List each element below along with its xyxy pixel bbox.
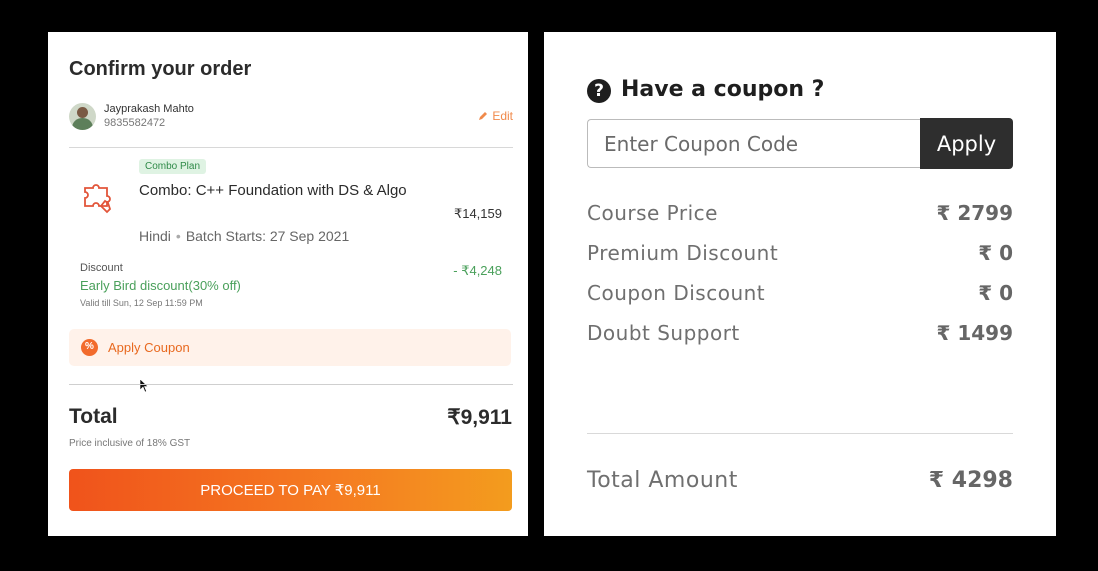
row-value: ₹ 0 bbox=[978, 241, 1013, 265]
total-amount: ₹9,911 bbox=[447, 406, 512, 429]
divider bbox=[69, 147, 513, 148]
price-row: Course Price ₹ 2799 bbox=[587, 201, 1013, 231]
discount-label: Discount bbox=[80, 262, 123, 274]
row-value: ₹ 0 bbox=[978, 281, 1013, 305]
page-title: Confirm your order bbox=[69, 58, 252, 80]
product-batch: Batch Starts: 27 Sep 2021 bbox=[185, 228, 350, 244]
product-language: Hindi bbox=[139, 228, 171, 244]
user-info: Jayprakash Mahto 9835582472 Edit bbox=[69, 102, 513, 132]
confirm-order-panel: Confirm your order Jayprakash Mahto 9835… bbox=[48, 32, 528, 536]
edit-label: Edit bbox=[492, 109, 513, 123]
user-name: Jayprakash Mahto bbox=[104, 103, 194, 115]
total-label: Total bbox=[69, 405, 118, 428]
total-amount-value: ₹ 4298 bbox=[928, 468, 1013, 493]
question-circle-icon: ? bbox=[587, 79, 611, 103]
discount-amount: - ₹4,248 bbox=[453, 263, 502, 278]
mouse-cursor-icon bbox=[140, 379, 148, 393]
row-label: Coupon Discount bbox=[587, 281, 766, 305]
avatar bbox=[69, 103, 96, 130]
row-value: ₹ 2799 bbox=[936, 201, 1013, 225]
row-value: ₹ 1499 bbox=[936, 321, 1013, 345]
percent-badge-icon: % bbox=[81, 339, 98, 356]
pencil-icon bbox=[479, 112, 488, 120]
apply-coupon-button[interactable]: % Apply Coupon bbox=[69, 329, 511, 366]
discount-name: Early Bird discount(30% off) bbox=[80, 278, 241, 293]
edit-button[interactable]: Edit bbox=[478, 109, 513, 123]
proceed-to-pay-button[interactable]: PROCEED TO PAY ₹9,911 bbox=[69, 469, 512, 511]
row-label: Course Price bbox=[587, 201, 718, 225]
price-row: Coupon Discount ₹ 0 bbox=[587, 281, 1013, 311]
coupon-apply-button[interactable]: Apply bbox=[920, 118, 1013, 169]
price-row: Doubt Support ₹ 1499 bbox=[587, 321, 1013, 351]
apply-coupon-label: Apply Coupon bbox=[108, 340, 190, 355]
user-phone: 9835582472 bbox=[104, 117, 166, 129]
product-name: Combo: C++ Foundation with DS & Algo bbox=[139, 182, 407, 199]
row-label: Premium Discount bbox=[587, 241, 779, 265]
coupon-panel: ? Have a coupon ? Apply Course Price ₹ 2… bbox=[544, 32, 1056, 536]
total-amount-label: Total Amount bbox=[587, 468, 738, 493]
plan-badge: Combo Plan bbox=[139, 159, 207, 174]
divider bbox=[587, 433, 1013, 434]
price-row: Premium Discount ₹ 0 bbox=[587, 241, 1013, 271]
coupon-code-input[interactable] bbox=[587, 119, 920, 168]
gst-note: Price inclusive of 18% GST bbox=[69, 438, 191, 449]
row-label: Doubt Support bbox=[587, 321, 740, 345]
puzzle-icon bbox=[84, 184, 112, 214]
product-meta: Hindi • Batch Starts: 27 Sep 2021 bbox=[139, 228, 350, 244]
discount-validity: Valid till Sun, 12 Sep 11:59 PM bbox=[80, 298, 203, 308]
divider bbox=[69, 384, 513, 385]
coupon-title: Have a coupon ? bbox=[621, 77, 825, 102]
product-price: ₹14,159 bbox=[453, 206, 502, 221]
